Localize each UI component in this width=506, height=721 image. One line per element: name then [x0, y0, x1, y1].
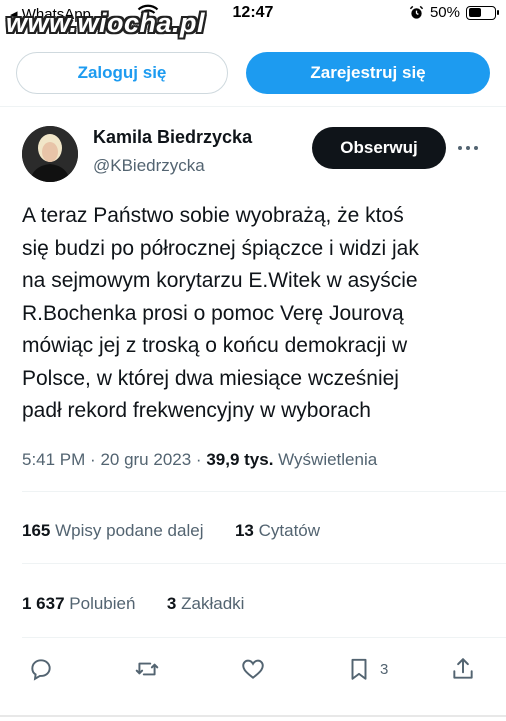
tweet-line: padł rekord frekwencyjny w wyborach — [22, 399, 371, 422]
tweet-text: A teraz Państwo sobie wyobrażą, że ktoś … — [22, 200, 492, 428]
bookmarks-count: 3 — [166, 594, 177, 613]
reposts-label: Wpisy podane dalej — [55, 521, 204, 540]
views-count: 39,9 tys. — [206, 450, 274, 469]
likes-count: 1 637 — [22, 594, 65, 613]
divider — [0, 106, 506, 107]
divider — [22, 491, 506, 492]
quotes-label: Cytatów — [258, 521, 321, 540]
tweet-line: A teraz Państwo sobie wyobrażą, że ktoś — [22, 204, 404, 227]
action-bar: 3 — [28, 654, 478, 688]
meta-separator: · — [195, 450, 207, 469]
reply-icon — [31, 659, 51, 681]
tweet-line: się budzi po półrocznej śpiączce i widzi… — [22, 236, 419, 260]
tweet-line: R.Bochenka prosi o pomoc Verę Jourovą — [22, 301, 404, 325]
repost-icon — [135, 662, 159, 676]
tweet-date[interactable]: 20 gru 2023 — [100, 450, 191, 469]
author-name[interactable]: Kamila Biedrzycka — [93, 127, 252, 148]
reply-button[interactable] — [28, 654, 54, 684]
share-icon — [453, 658, 473, 679]
repost-button[interactable] — [134, 654, 160, 684]
battery-icon — [466, 5, 499, 20]
home-indicator — [0, 715, 506, 717]
status-bar: ◂ WhatsApp www.wiocha.pl 12:47 50% — [0, 0, 506, 38]
bookmark-count: 3 — [380, 660, 389, 678]
tweet-time[interactable]: 5:41 PM — [22, 450, 85, 469]
bookmark-icon — [351, 658, 367, 680]
battery-level — [468, 8, 481, 17]
more-options-icon[interactable] — [458, 138, 482, 158]
tweet-line: mówiąc jej z troską o końcu demokracji w — [22, 334, 408, 357]
stats-row-reposts: 165 Wpisy podane dalej 13 Cytatów — [22, 521, 320, 541]
heart-icon — [242, 659, 264, 679]
status-right: 50% — [409, 4, 499, 21]
like-button[interactable] — [240, 654, 266, 684]
author-handle[interactable]: @KBiedrzycka — [93, 156, 205, 176]
auth-bar: Zaloguj się Zarejestruj się — [16, 52, 490, 94]
bookmarks-stat[interactable]: 3 Zakładki — [167, 594, 245, 613]
divider — [22, 637, 506, 638]
reposts-count: 165 — [22, 521, 51, 540]
quotes-count: 13 — [234, 521, 254, 540]
alarm-icon — [409, 5, 424, 19]
quotes-stat[interactable]: 13 Cytatów — [235, 521, 320, 540]
views-label: Wyświetlenia — [278, 450, 378, 469]
tweet-meta: 5:41 PM · 20 gru 2023 · 39,9 tys. Wyświe… — [22, 450, 377, 470]
avatar-photo — [22, 126, 78, 182]
tweet-line: Polsce, w której dwa miesiące wcześniej — [22, 366, 399, 390]
bookmark-button[interactable]: 3 — [346, 654, 388, 684]
reposts-stat[interactable]: 165 Wpisy podane dalej — [22, 521, 208, 540]
share-button[interactable] — [450, 654, 476, 684]
bookmarks-label: Zakładki — [181, 594, 245, 613]
stats-row-likes: 1 637 Polubień 3 Zakładki — [22, 594, 244, 614]
avatar[interactable] — [22, 126, 78, 182]
likes-label: Polubień — [69, 594, 136, 613]
login-button[interactable]: Zaloguj się — [16, 52, 228, 94]
likes-stat[interactable]: 1 637 Polubień — [22, 594, 140, 613]
battery-percent: 50% — [429, 4, 460, 21]
tweet-line: na sejmowym korytarzu E.Witek w asyście — [22, 269, 418, 292]
follow-button[interactable]: Obserwuj — [312, 127, 446, 169]
signup-button[interactable]: Zarejestruj się — [246, 52, 490, 94]
meta-separator: · — [90, 450, 101, 469]
divider — [22, 563, 506, 564]
